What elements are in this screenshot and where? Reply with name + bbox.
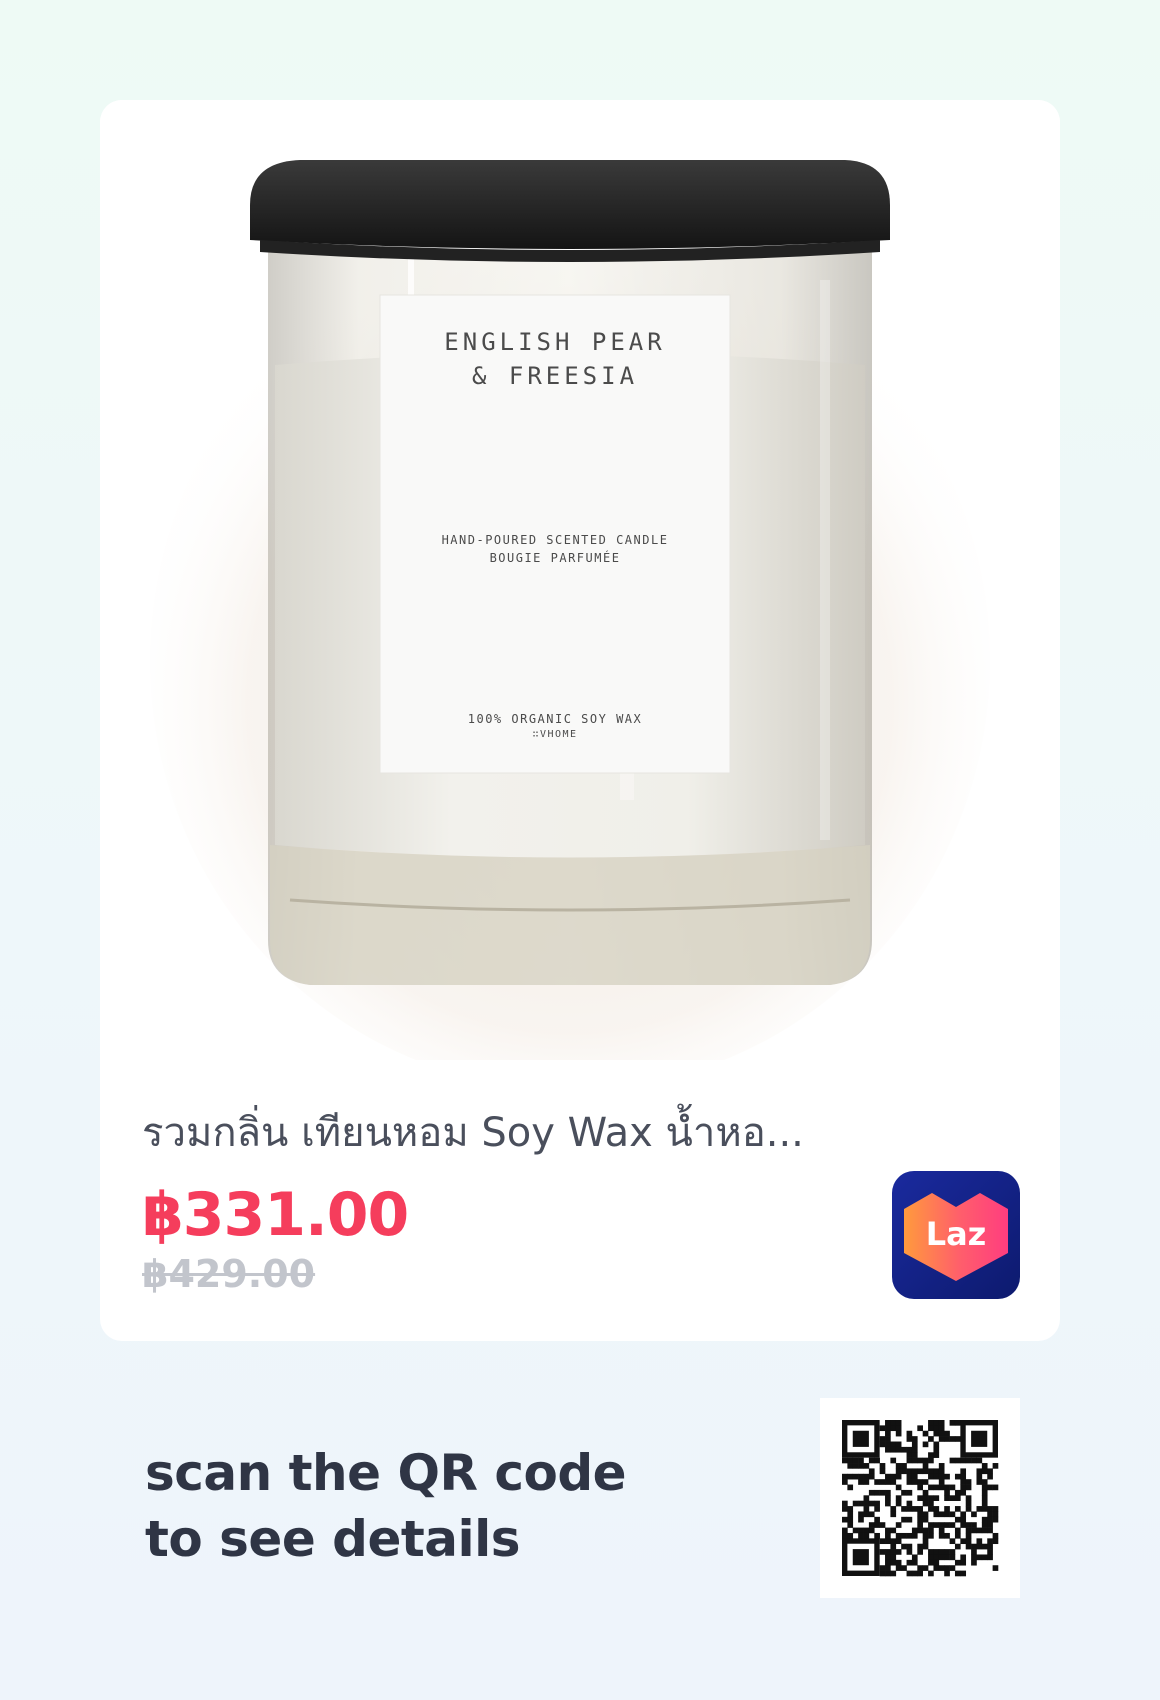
original-price: ฿429.00: [142, 1252, 316, 1296]
label-foot-line-1: 100% ORGANIC SOY WAX: [467, 712, 643, 726]
label-scent-line-1: ENGLISH PEAR: [444, 328, 666, 356]
cta-line-1: scan the QR code: [145, 1444, 627, 1502]
candle-label: ENGLISH PEAR & FREESIA HAND-POURED SCENT…: [380, 295, 730, 773]
qr-code-icon[interactable]: [820, 1398, 1020, 1598]
label-desc-line-1: HAND-POURED SCENTED CANDLE: [441, 533, 669, 547]
product-title: รวมกลิ่น เทียนหอม Soy Wax น้ำหอ...: [142, 1110, 804, 1156]
product-card[interactable]: ENGLISH PEAR & FREESIA HAND-POURED SCENT…: [100, 100, 1060, 1341]
sale-price: ฿331.00: [142, 1180, 409, 1250]
lazada-logo-text: Laz: [925, 1215, 987, 1253]
label-foot-line-2: ∷VHOME: [532, 729, 578, 740]
cta-line-2: to see details: [145, 1510, 521, 1568]
lazada-logo-icon[interactable]: Laz: [892, 1171, 1020, 1299]
label-desc-line-2: BOUGIE PARFUMÉE: [489, 551, 621, 565]
label-scent-line-2: & FREESIA: [471, 362, 639, 390]
cta-text: scan the QR code to see details: [145, 1440, 745, 1572]
product-image: ENGLISH PEAR & FREESIA HAND-POURED SCENT…: [100, 100, 1060, 1060]
